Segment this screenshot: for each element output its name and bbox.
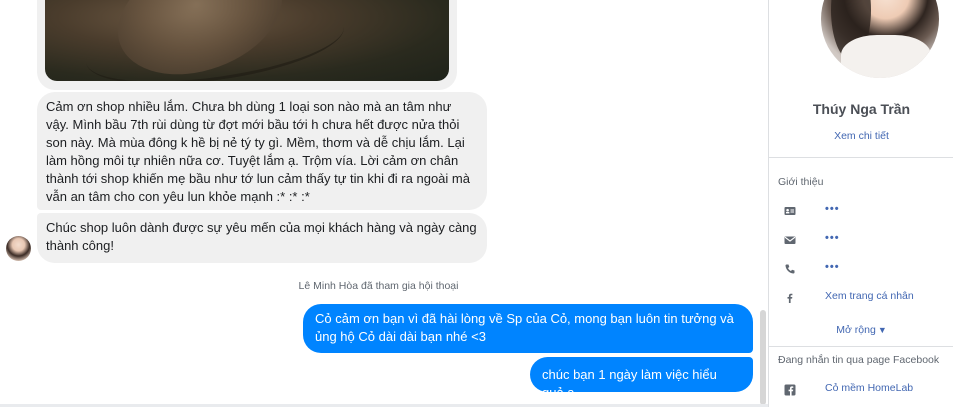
outgoing-message[interactable]: chúc bạn 1 ngày làm việc hiểu quả ạ xyxy=(530,357,753,400)
intro-title: Giới thiệu xyxy=(778,176,824,188)
incoming-message[interactable]: Chúc shop luôn dành được sự yêu mến của … xyxy=(37,213,487,263)
profile-avatar[interactable] xyxy=(821,0,939,78)
message-text: chúc bạn 1 ngày làm việc hiểu quả ạ xyxy=(542,367,717,400)
chat-scrollbar[interactable] xyxy=(760,310,766,405)
profile-panel: Thúy Nga Trần Xem chi tiết Giới thiệu ••… xyxy=(768,0,953,407)
photo-message[interactable] xyxy=(37,0,457,90)
outgoing-message[interactable]: Cỏ cảm ơn bạn vì đã hài lòng về Sp của C… xyxy=(303,304,753,353)
info-row-email[interactable]: ••• xyxy=(784,232,944,248)
divider xyxy=(769,346,953,347)
view-profile-link[interactable]: Xem trang cá nhân xyxy=(825,290,914,302)
page-section-title: Đang nhắn tin qua page Facebook xyxy=(778,354,940,366)
message-text: Cảm ơn shop nhiều lắm. Chưa bh dùng 1 lo… xyxy=(46,99,470,204)
hidden-value[interactable]: ••• xyxy=(825,203,840,215)
chevron-down-icon: ▼ xyxy=(877,325,887,335)
view-details-link[interactable]: Xem chi tiết xyxy=(769,130,953,142)
attached-photo[interactable] xyxy=(45,0,449,81)
phone-icon xyxy=(785,264,795,274)
envelope-icon xyxy=(784,236,796,244)
avatar-detail xyxy=(841,35,931,78)
info-row-phone[interactable]: ••• xyxy=(784,261,944,277)
profile-name: Thúy Nga Trần xyxy=(812,101,911,117)
facebook-page-icon xyxy=(784,384,796,396)
expand-button[interactable]: Mở rộng ▼ xyxy=(769,324,953,336)
page-row[interactable]: Cỏ mềm HomeLab xyxy=(784,382,944,398)
message-text: Chúc shop luôn dành được sự yêu mến của … xyxy=(46,220,477,253)
sender-avatar[interactable] xyxy=(6,236,31,261)
expand-label: Mở rộng xyxy=(836,324,876,336)
divider xyxy=(769,157,953,158)
info-row-id[interactable]: ••• xyxy=(784,203,944,219)
conversation-pane: Cảm ơn shop nhiều lắm. Chưa bh dùng 1 lo… xyxy=(0,0,768,407)
page-name-link[interactable]: Cỏ mềm HomeLab xyxy=(825,382,913,394)
message-text: Cỏ cảm ơn bạn vì đã hài lòng về Sp của C… xyxy=(315,311,734,344)
system-note: Lê Minh Hòa đã tham gia hội thoại xyxy=(298,280,459,292)
info-row-profile[interactable]: Xem trang cá nhân xyxy=(784,290,944,306)
hidden-value[interactable]: ••• xyxy=(825,261,840,273)
incoming-message[interactable]: Cảm ơn shop nhiều lắm. Chưa bh dùng 1 lo… xyxy=(37,92,487,210)
facebook-icon xyxy=(787,293,793,303)
id-card-icon xyxy=(784,207,796,215)
hidden-value[interactable]: ••• xyxy=(825,232,840,244)
